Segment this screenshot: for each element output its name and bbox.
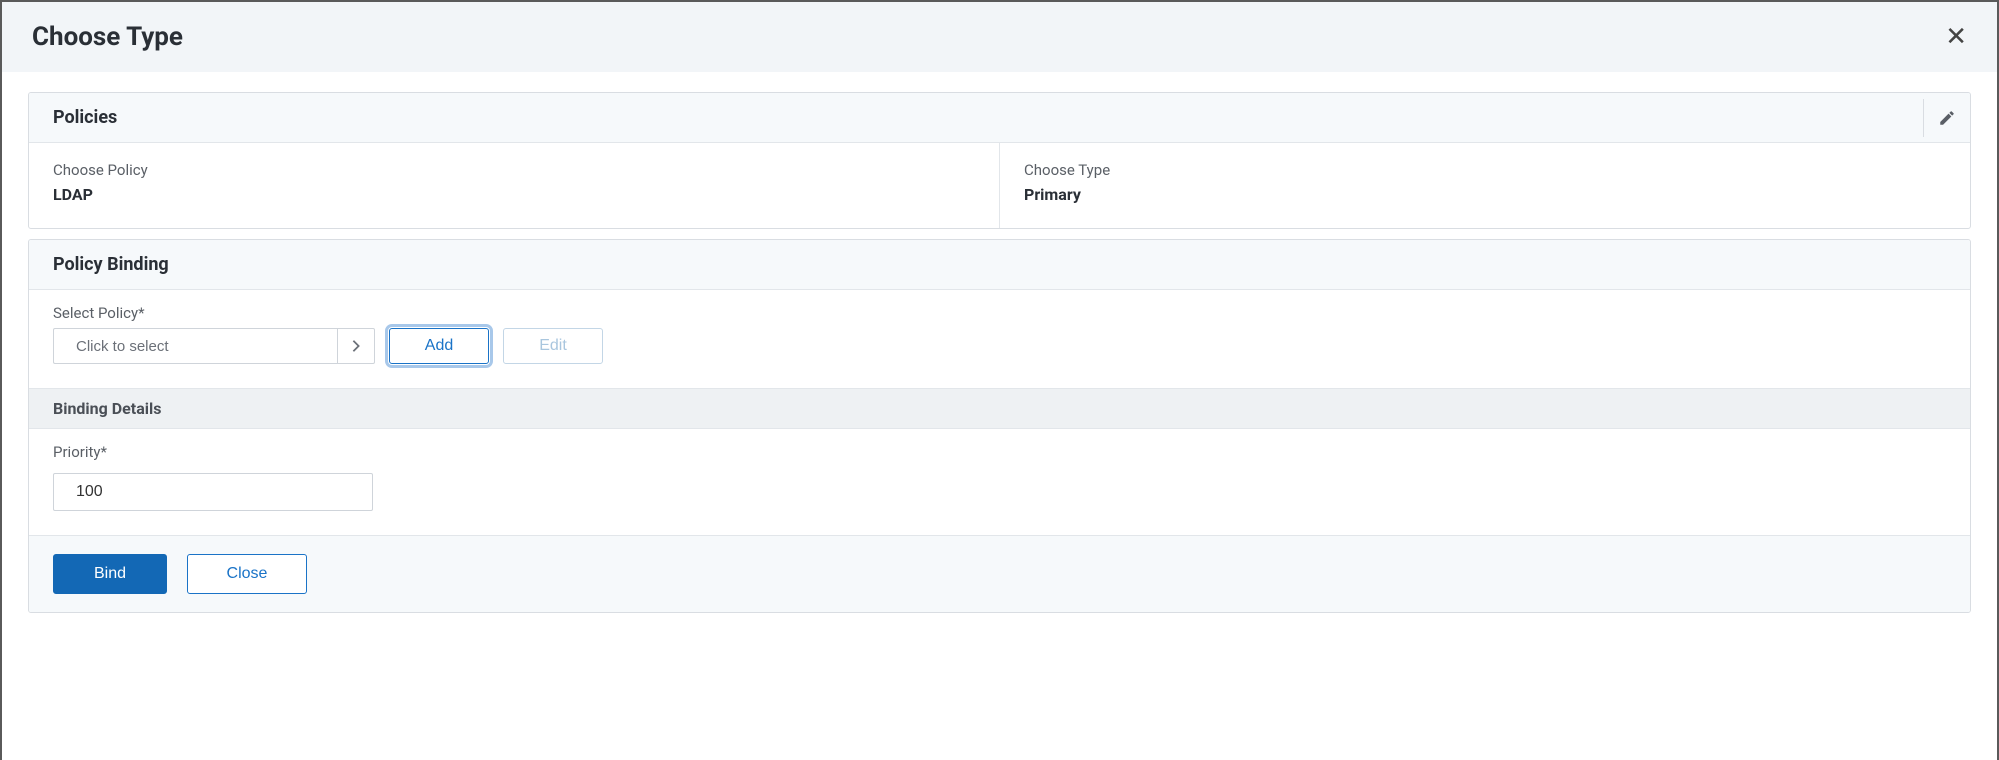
priority-label: Priority* xyxy=(53,443,1946,461)
binding-details-header: Binding Details xyxy=(29,388,1970,429)
priority-input[interactable] xyxy=(53,473,373,511)
policies-panel-body: Choose Policy LDAP Choose Type Primary xyxy=(29,143,1970,228)
bind-button[interactable]: Bind xyxy=(53,554,167,594)
edit-button: Edit xyxy=(503,328,603,364)
dialog-footer: Bind Close xyxy=(29,535,1970,612)
dialog-title: Choose Type xyxy=(32,22,183,52)
select-policy-input[interactable] xyxy=(53,328,337,364)
policy-binding-title: Policy Binding xyxy=(53,254,169,275)
choose-type-value: Primary xyxy=(1024,185,1946,204)
pencil-icon[interactable] xyxy=(1923,99,1970,137)
choose-policy-value: LDAP xyxy=(53,185,975,204)
choose-type-col: Choose Type Primary xyxy=(999,143,1970,228)
policies-title: Policies xyxy=(53,107,117,128)
close-button[interactable]: Close xyxy=(187,554,307,594)
select-policy-label: Select Policy* xyxy=(53,304,1946,322)
choose-policy-label: Choose Policy xyxy=(53,161,975,179)
close-icon[interactable]: ✕ xyxy=(1945,24,1967,50)
policies-panel-header: Policies xyxy=(29,93,1970,143)
chevron-right-icon[interactable] xyxy=(337,328,375,364)
select-policy-group xyxy=(53,328,375,364)
select-policy-row: Add Edit xyxy=(53,328,1946,364)
add-button[interactable]: Add xyxy=(389,328,489,364)
dialog-header: Choose Type ✕ xyxy=(2,2,1997,72)
binding-details-section: Priority* xyxy=(29,429,1970,535)
policy-binding-header: Policy Binding xyxy=(29,240,1970,290)
select-policy-section: Select Policy* Add Edit xyxy=(29,290,1970,388)
policy-binding-panel: Policy Binding Select Policy* Add Edit B… xyxy=(28,239,1971,613)
policies-panel: Policies Choose Policy LDAP Choose Type … xyxy=(28,92,1971,229)
choose-policy-col: Choose Policy LDAP xyxy=(29,143,999,228)
choose-type-label: Choose Type xyxy=(1024,161,1946,179)
dialog-content: Policies Choose Policy LDAP Choose Type … xyxy=(2,72,1997,633)
